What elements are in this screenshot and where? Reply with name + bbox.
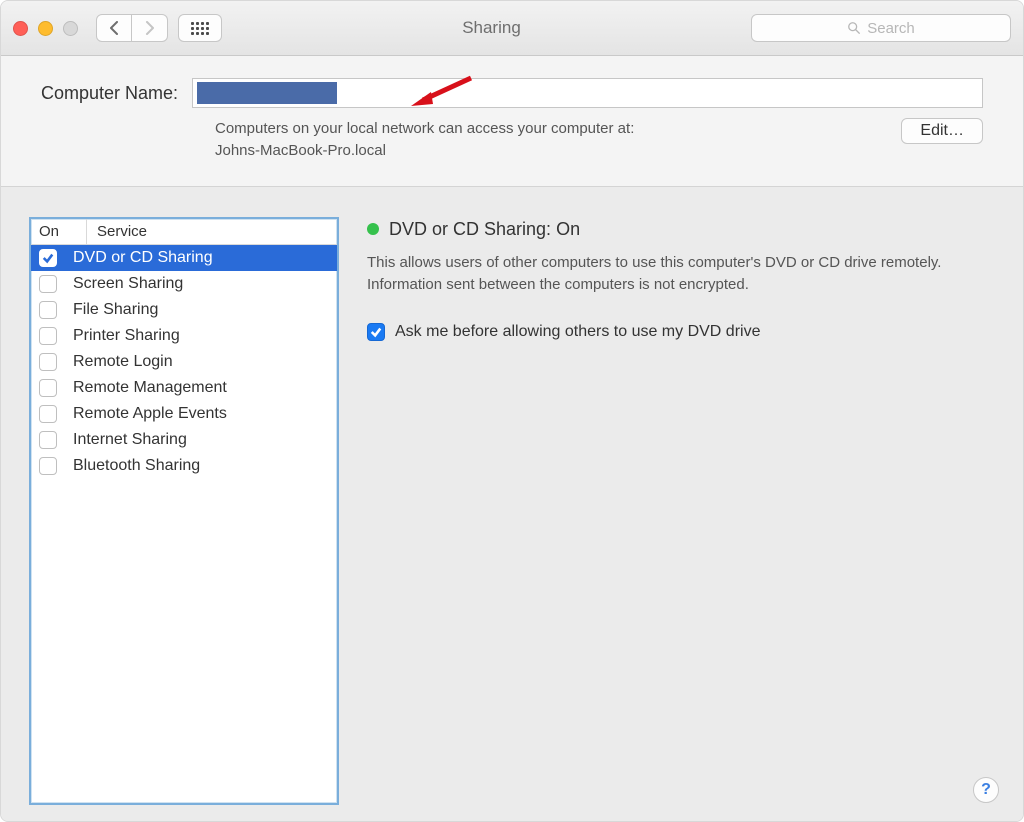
service-checkbox[interactable] xyxy=(39,353,57,371)
service-row[interactable]: Printer Sharing xyxy=(31,323,337,349)
service-description: This allows users of other computers to … xyxy=(367,252,967,297)
window-title: Sharing xyxy=(232,18,751,38)
service-row[interactable]: Remote Apple Events xyxy=(31,401,337,427)
service-list-header: On Service xyxy=(31,219,337,245)
service-checkbox[interactable] xyxy=(39,431,57,449)
search-icon xyxy=(847,21,861,35)
selected-text-block xyxy=(197,82,337,104)
service-checkbox[interactable] xyxy=(39,457,57,475)
close-window-button[interactable] xyxy=(13,21,28,36)
service-list-body: DVD or CD Sharing Screen Sharing File Shar… xyxy=(31,245,337,804)
service-row[interactable]: Remote Management xyxy=(31,375,337,401)
col-header-service[interactable]: Service xyxy=(87,219,337,244)
service-checkbox[interactable] xyxy=(39,327,57,345)
service-label: Printer Sharing xyxy=(73,327,329,345)
checkmark-icon xyxy=(370,326,382,338)
search-placeholder: Search xyxy=(867,20,915,37)
forward-button xyxy=(132,14,168,42)
computer-name-section: Computer Name: Computers on your local n… xyxy=(1,56,1023,187)
computer-name-input[interactable] xyxy=(192,78,983,108)
service-label: Remote Login xyxy=(73,353,329,371)
service-row[interactable]: Screen Sharing xyxy=(31,271,337,297)
service-label: Internet Sharing xyxy=(73,431,329,449)
service-label: File Sharing xyxy=(73,301,329,319)
status-dot-icon xyxy=(367,223,379,235)
show-all-prefs-button[interactable] xyxy=(178,14,222,42)
service-checkbox[interactable] xyxy=(39,249,57,267)
service-checkbox[interactable] xyxy=(39,275,57,293)
toolbar: Sharing Search xyxy=(1,1,1023,56)
service-row[interactable]: File Sharing xyxy=(31,297,337,323)
service-label: Remote Apple Events xyxy=(73,405,329,423)
service-checkbox[interactable] xyxy=(39,379,57,397)
chevron-right-icon xyxy=(145,21,154,35)
status-title: DVD or CD Sharing: xyxy=(389,219,551,240)
service-checkbox[interactable] xyxy=(39,301,57,319)
grid-icon xyxy=(191,22,209,35)
service-list: On Service DVD or CD Sharing Screen Shari… xyxy=(29,217,339,806)
service-row[interactable]: DVD or CD Sharing xyxy=(31,245,337,271)
ask-before-checkbox[interactable] xyxy=(367,323,385,341)
service-label: Screen Sharing xyxy=(73,275,329,293)
traffic-lights xyxy=(13,21,78,36)
service-label: Bluetooth Sharing xyxy=(73,457,329,475)
computer-name-label: Computer Name: xyxy=(41,83,178,104)
edit-name-button[interactable]: Edit… xyxy=(901,118,983,144)
service-row[interactable]: Remote Login xyxy=(31,349,337,375)
col-header-on[interactable]: On xyxy=(31,219,87,244)
checkmark-icon xyxy=(42,252,54,264)
service-label: Remote Management xyxy=(73,379,329,397)
zoom-window-button xyxy=(63,21,78,36)
service-checkbox[interactable] xyxy=(39,405,57,423)
back-button[interactable] xyxy=(96,14,132,42)
ask-before-option[interactable]: Ask me before allowing others to use my … xyxy=(367,323,995,341)
chevron-left-icon xyxy=(110,21,119,35)
service-status: DVD or CD Sharing: On xyxy=(367,219,995,240)
sharing-prefs-window: Sharing Search Computer Name: Computers … xyxy=(0,0,1024,822)
service-detail: DVD or CD Sharing: On This allows users … xyxy=(367,217,995,806)
main-area: On Service DVD or CD Sharing Screen Shari… xyxy=(1,187,1023,822)
nav-buttons xyxy=(96,14,168,42)
help-button[interactable]: ? xyxy=(973,777,999,803)
service-row[interactable]: Internet Sharing xyxy=(31,427,337,453)
status-state: On xyxy=(556,219,580,240)
ask-before-label: Ask me before allowing others to use my … xyxy=(395,323,760,341)
search-field[interactable]: Search xyxy=(751,14,1011,42)
service-label: DVD or CD Sharing xyxy=(73,249,329,267)
service-row[interactable]: Bluetooth Sharing xyxy=(31,453,337,479)
computer-name-helptext: Computers on your local network can acce… xyxy=(215,118,881,162)
minimize-window-button[interactable] xyxy=(38,21,53,36)
